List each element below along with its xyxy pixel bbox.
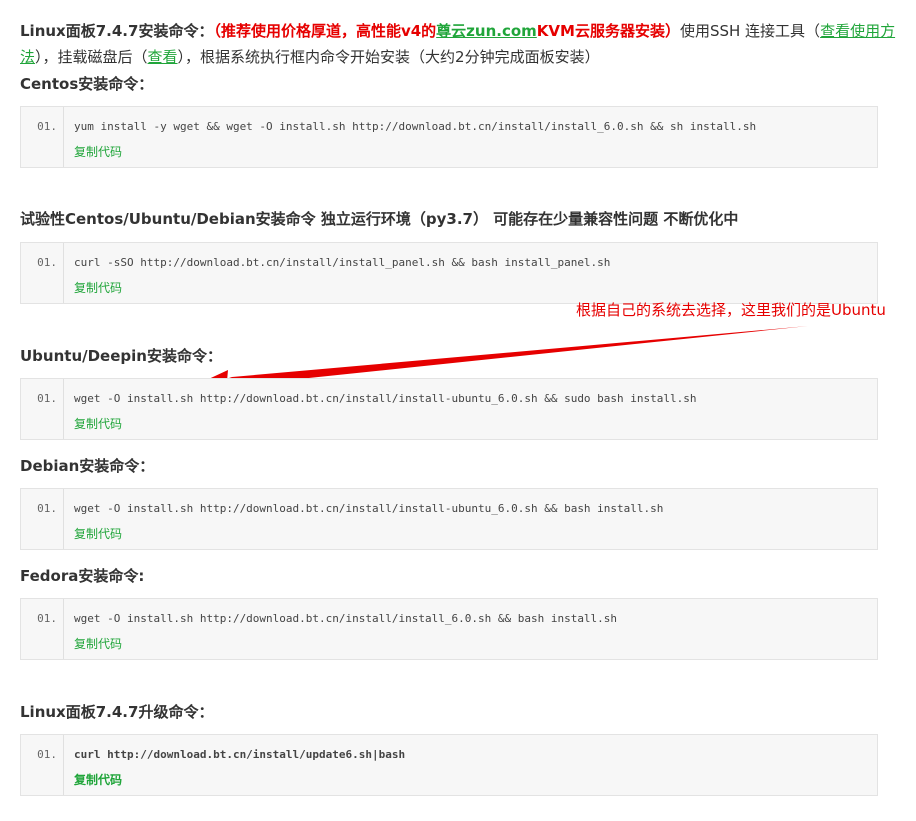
- section-title-debian: Debian安装命令：: [20, 457, 155, 475]
- line-number: 01.: [37, 612, 57, 625]
- copy-code-button[interactable]: 复制代码: [74, 635, 122, 652]
- line-number: 01.: [37, 392, 57, 405]
- code-box-ubuntu: 01. wget -O install.sh http://download.b…: [20, 378, 878, 440]
- line-gutter: 01.: [21, 489, 64, 549]
- copy-code-button[interactable]: 复制代码: [74, 525, 122, 542]
- line-gutter: 01.: [21, 735, 64, 795]
- section-title-fedora: Fedora安装命令:: [20, 567, 145, 585]
- code-line[interactable]: wget -O install.sh http://download.bt.cn…: [74, 502, 663, 515]
- code-box-fedora: 01. wget -O install.sh http://download.b…: [20, 598, 878, 660]
- code-line[interactable]: curl http://download.bt.cn/install/updat…: [74, 748, 405, 761]
- section-title-upgrade: Linux面板7.4.7升级命令：: [20, 703, 214, 721]
- code-line[interactable]: wget -O install.sh http://download.bt.cn…: [74, 612, 617, 625]
- copy-code-button[interactable]: 复制代码: [74, 415, 122, 432]
- copy-code-button[interactable]: 复制代码: [74, 771, 122, 788]
- code-box-upgrade: 01. curl http://download.bt.cn/install/u…: [20, 734, 878, 796]
- code-line[interactable]: wget -O install.sh http://download.bt.cn…: [74, 392, 697, 405]
- line-number: 01.: [37, 502, 57, 515]
- line-number: 01.: [37, 748, 57, 761]
- section-title-ubuntu: Ubuntu/Deepin安装命令：: [20, 347, 222, 365]
- code-box-debian: 01. wget -O install.sh http://download.b…: [20, 488, 878, 550]
- line-gutter: 01.: [21, 599, 64, 659]
- line-gutter: 01.: [21, 379, 64, 439]
